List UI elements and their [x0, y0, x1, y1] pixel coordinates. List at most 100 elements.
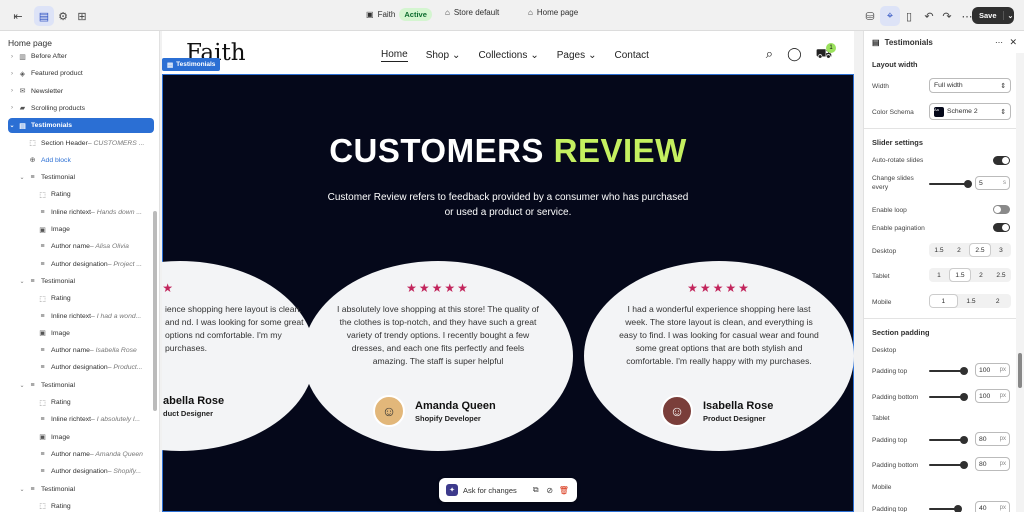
- chevron-down-icon[interactable]: ⌄: [18, 382, 26, 389]
- chevron-down-icon[interactable]: ⌄: [18, 278, 26, 285]
- testimonial-card[interactable]: ★★★★★ I absolutely love shopping at this…: [303, 261, 573, 451]
- mobile-padding-top-slider[interactable]: [929, 505, 962, 512]
- width-select[interactable]: Full width ⇕: [929, 78, 1011, 93]
- tree-item[interactable]: ⌄ ≡ Testimonial: [18, 378, 154, 393]
- tree-item[interactable]: ⬚ Rating: [28, 291, 154, 306]
- enable-loop-toggle[interactable]: [993, 205, 1010, 214]
- desktop-opt[interactable]: 3: [991, 243, 1011, 257]
- desktop-opt[interactable]: 2: [949, 243, 969, 257]
- tree-item[interactable]: ≡ Author name – Amanda Queen: [28, 447, 154, 462]
- desktop-padding-top-slider[interactable]: [929, 367, 968, 375]
- tree-item[interactable]: › ✉ Newsletter: [8, 84, 154, 99]
- mobile-view-icon[interactable]: ▯: [899, 6, 919, 26]
- tree-item[interactable]: ▣ Image: [28, 430, 154, 445]
- tree-item[interactable]: › ▥ Before After: [8, 49, 154, 64]
- mobile-padding-top-input[interactable]: 40 px: [975, 501, 1010, 512]
- tree-item[interactable]: ▣ Image: [28, 326, 154, 341]
- exit-icon[interactable]: ⇤: [8, 6, 28, 26]
- tree-item[interactable]: ≡ Inline richtext – Hands down ...: [28, 205, 154, 220]
- tree-item[interactable]: ⌄ ▤ Testimonials: [8, 118, 154, 134]
- tablet-padding-top-slider[interactable]: [929, 436, 968, 444]
- nav-pages[interactable]: Pages ⌄: [557, 49, 597, 62]
- tree-item[interactable]: ≡ Author name – Alisa Olivia: [28, 239, 154, 254]
- inspector-icon[interactable]: ⌖: [880, 6, 900, 26]
- preview-icon[interactable]: ⛁: [860, 6, 880, 26]
- hide-icon[interactable]: ⊘: [543, 486, 557, 495]
- tree-item[interactable]: ≡ Author name – Isabella Rose: [28, 343, 154, 358]
- tablet-padding-bottom-slider[interactable]: [929, 461, 968, 469]
- testimonial-card[interactable]: ★★★★★ I had a wonderful experience shopp…: [584, 261, 854, 451]
- change-slides-input[interactable]: 5s: [975, 176, 1010, 190]
- mobile-opt-selected[interactable]: 1: [929, 294, 958, 308]
- tree-item[interactable]: ⬚ Rating: [28, 395, 154, 410]
- search-icon[interactable]: ⌕: [766, 46, 773, 64]
- tablet-padding-top-input[interactable]: 80 px: [975, 432, 1010, 446]
- chevron-down-icon[interactable]: ⌄: [8, 122, 16, 129]
- color-schema-select[interactable]: Aa Scheme 2 ⇕: [929, 103, 1011, 120]
- gear-icon[interactable]: ⚙: [53, 6, 73, 26]
- unit-label: px: [999, 461, 1006, 467]
- tree-item[interactable]: › ▰ Scrolling products: [8, 101, 154, 116]
- tree-item[interactable]: ≡ Inline richtext – I had a wond...: [28, 309, 154, 324]
- desktop-opt[interactable]: 1.5: [929, 243, 949, 257]
- auto-rotate-toggle[interactable]: [993, 156, 1010, 165]
- tree-item[interactable]: ⬚ Rating: [28, 187, 154, 202]
- page-selector[interactable]: ⌂ Home page: [528, 8, 578, 17]
- delete-icon[interactable]: 🗑: [557, 486, 571, 495]
- chevron-down-icon[interactable]: ⌄: [1004, 12, 1018, 20]
- sections-icon[interactable]: ▤: [34, 6, 54, 26]
- duplicate-icon[interactable]: ⧉: [529, 485, 543, 495]
- tablet-opt[interactable]: 2: [971, 268, 991, 282]
- chevron-down-icon[interactable]: ⌄: [18, 486, 26, 493]
- store-selector[interactable]: ⌂ Store default: [445, 8, 499, 17]
- theme-selector[interactable]: ▣ Faith Active: [366, 8, 432, 21]
- tree-item[interactable]: ≡ Inline richtext – I absolutely l...: [28, 412, 154, 427]
- close-icon[interactable]: ✕: [1009, 37, 1017, 48]
- tree-item[interactable]: ≡ Author designation – Product...: [28, 360, 154, 375]
- tree-item[interactable]: ⬚ Rating: [28, 499, 154, 512]
- tree-item-label: Rating: [51, 399, 71, 406]
- desktop-padding-top-input[interactable]: 100 px: [975, 363, 1010, 377]
- nav-collections[interactable]: Collections ⌄: [478, 49, 538, 62]
- nav-home[interactable]: Home: [381, 49, 408, 62]
- chevron-down-icon[interactable]: ⌄: [18, 174, 26, 181]
- add-block-button[interactable]: ⊕ Add block: [18, 153, 154, 168]
- tree-item[interactable]: ⌄ ≡ Testimonial: [18, 274, 154, 289]
- tree-item[interactable]: ⌄ ≡ Testimonial: [18, 170, 154, 185]
- tree-item[interactable]: › ◈ Featured product: [8, 66, 154, 81]
- change-slides-slider[interactable]: [929, 180, 972, 188]
- save-button[interactable]: Save ⌄: [972, 7, 1014, 24]
- tree-item[interactable]: ≡ Author designation – Shopify...: [28, 464, 154, 479]
- chevron-right-icon[interactable]: ›: [8, 54, 16, 60]
- desktop-padding-bottom-input[interactable]: 100 px: [975, 389, 1010, 403]
- nav-contact[interactable]: Contact: [615, 49, 649, 62]
- chevron-right-icon[interactable]: ›: [8, 88, 16, 94]
- apps-icon[interactable]: ⊞: [72, 6, 92, 26]
- more-icon[interactable]: ⋯: [995, 38, 1003, 47]
- tree-item[interactable]: ⌄ ≡ Testimonial: [18, 482, 154, 497]
- tree-item[interactable]: ▣ Image: [28, 222, 154, 237]
- tablet-opt-selected[interactable]: 1.5: [949, 268, 971, 282]
- tablet-opt[interactable]: 2.5: [991, 268, 1011, 282]
- desktop-opt-selected[interactable]: 2.5: [969, 243, 991, 257]
- chevron-right-icon[interactable]: ›: [8, 71, 16, 77]
- section-tag[interactable]: ▤ Testimonials: [162, 58, 221, 71]
- tree-item[interactable]: ⬚ Section Header – CUSTOMERS ...: [18, 136, 154, 151]
- desktop-padding-bottom-slider[interactable]: [929, 393, 968, 401]
- tablet-padding-bottom-input[interactable]: 80 px: [975, 457, 1010, 471]
- tablet-opt[interactable]: 1: [929, 268, 949, 282]
- testimonials-section[interactable]: CUSTOMERS REVIEW Customer Review refers …: [162, 74, 854, 512]
- redo-icon[interactable]: ↷: [937, 6, 957, 26]
- testimonial-card[interactable]: ★★ ience shopping here layout is clean, …: [162, 261, 315, 451]
- account-icon[interactable]: ◯: [787, 46, 802, 64]
- enable-pagination-toggle[interactable]: [993, 223, 1010, 232]
- tree-item[interactable]: ≡ Author designation – Project ...: [28, 257, 154, 272]
- ask-for-changes-button[interactable]: Ask for changes: [463, 486, 517, 495]
- chevron-right-icon[interactable]: ›: [8, 105, 16, 111]
- settings-scrollbar[interactable]: [1016, 53, 1024, 512]
- mobile-opt[interactable]: 1.5: [958, 294, 985, 308]
- mobile-opt[interactable]: 2: [984, 294, 1011, 308]
- nav-shop[interactable]: Shop ⌄: [426, 49, 461, 62]
- undo-icon[interactable]: ↶: [919, 6, 939, 26]
- left-scrollbar[interactable]: [153, 211, 157, 411]
